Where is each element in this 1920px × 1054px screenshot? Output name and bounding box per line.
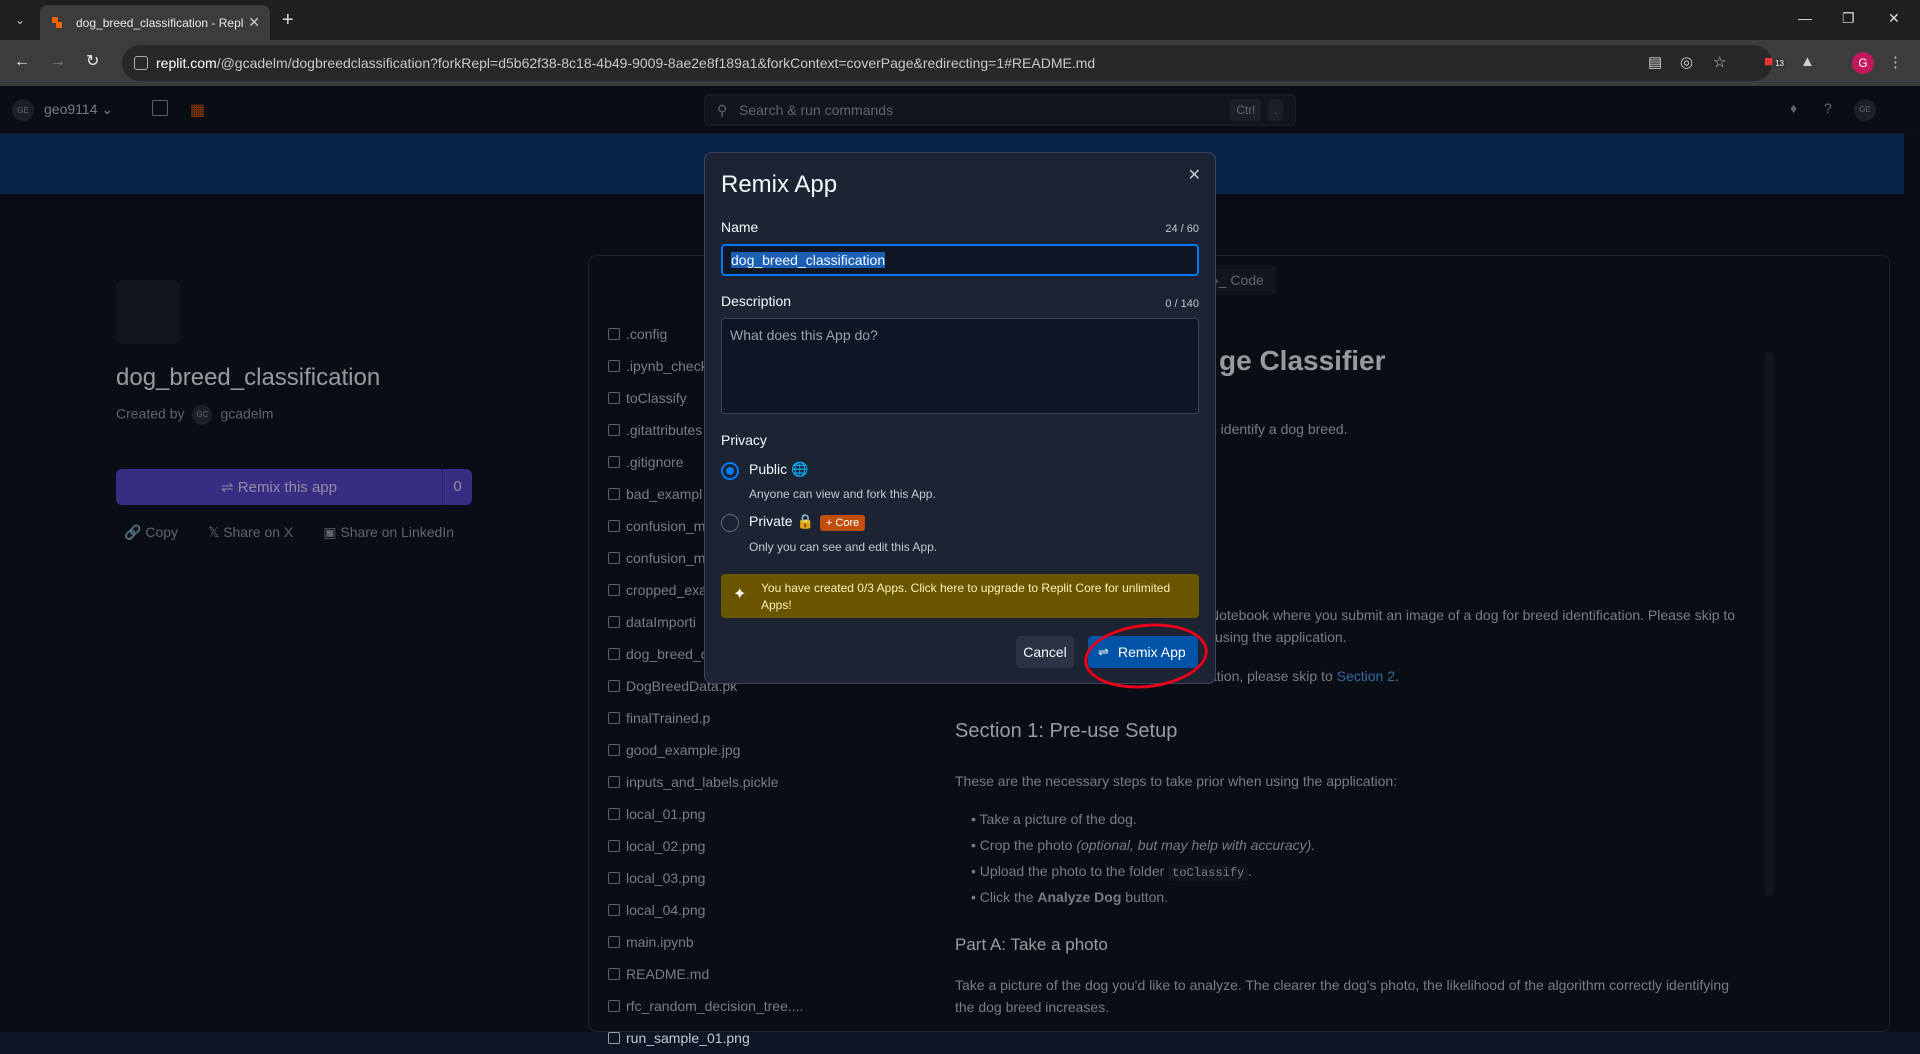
description-label: Description [721,293,792,309]
extension-badge: 13 [1773,59,1786,68]
forward-icon[interactable]: → [50,52,66,72]
cancel-button[interactable]: Cancel [1016,636,1074,668]
name-value: dog_breed_classification [731,252,886,268]
extension-icon[interactable]: ■ 13 [1764,53,1786,70]
remix-app-dialog: Remix App ✕ Name 24 / 60 dog_breed_class… [704,152,1216,684]
core-badge-text: Core [835,517,860,529]
name-char-count: 24 / 60 [1165,223,1199,235]
description-field[interactable]: What does this App do? [721,318,1199,414]
sparkle-icon: ✦ [733,586,747,603]
reload-icon[interactable]: ↻ [86,52,99,72]
address-bar-row: ← → ↻ replit.com/@gcadelm/dogbreedclassi… [0,40,1920,86]
new-tab-icon[interactable]: + [282,8,294,32]
private-description: Only you can see and edit this App. [749,540,938,554]
core-badge: + Core [819,515,866,531]
replit-favicon-icon [50,16,64,30]
browser-tab-strip: ⌄ dog_breed_classification - Repl ✕ + — … [0,0,1920,40]
tab-close-icon[interactable]: ✕ [248,14,260,31]
tab-search-chevron-icon[interactable]: ⌄ [8,8,32,32]
url-path: /@gcadelm/dogbreedclassification?forkRep… [216,55,1096,71]
private-label: Private [749,513,793,529]
upgrade-banner[interactable]: ✦ You have created 0/3 Apps. Click here t… [721,574,1199,618]
globe-icon: 🌐 [791,461,809,477]
public-label: Public [749,461,788,477]
upgrade-text: You have created 0/3 Apps. Click here to… [761,581,1171,612]
profile-avatar[interactable]: G [1852,52,1874,74]
install-app-icon[interactable]: ▤ [1648,53,1662,71]
restore-icon[interactable]: ❐ [1842,10,1855,27]
name-field[interactable]: dog_breed_classification [721,244,1199,276]
lock-icon: 🔒 [796,513,814,529]
private-radio[interactable] [721,514,739,532]
file-name: run_sample_01.png [626,1030,750,1046]
eye-off-icon[interactable]: ◎ [1680,53,1693,71]
private-option[interactable]: Private 🔒 + Core [749,513,866,531]
public-option[interactable]: Public 🌐 [749,461,808,478]
bookmark-star-icon[interactable]: ☆ [1713,53,1726,71]
dialog-title: Remix App [721,171,838,198]
browser-tab[interactable]: dog_breed_classification - Repl ✕ [40,5,270,40]
extensions-puzzle-icon[interactable]: ▲ [1800,53,1815,70]
site-info-icon[interactable] [134,56,148,70]
tab-title: dog_breed_classification - Repl [76,15,244,30]
name-label: Name [721,219,759,235]
public-description: Anyone can view and fork this App. [749,487,936,501]
browser-menu-icon[interactable]: ⋮ [1888,53,1903,71]
description-placeholder: What does this App do? [730,327,878,343]
window-close-icon[interactable]: ✕ [1888,10,1900,27]
image-icon [608,1032,620,1044]
minimize-icon[interactable]: — [1798,10,1812,26]
back-icon[interactable]: ← [14,52,30,72]
public-radio[interactable] [721,462,739,480]
close-icon[interactable]: ✕ [1188,165,1201,185]
url-host: replit.com [156,55,217,71]
address-bar[interactable]: replit.com/@gcadelm/dogbreedclassificati… [122,45,1772,81]
privacy-label: Privacy [721,432,767,448]
description-char-count: 0 / 140 [1165,298,1199,310]
